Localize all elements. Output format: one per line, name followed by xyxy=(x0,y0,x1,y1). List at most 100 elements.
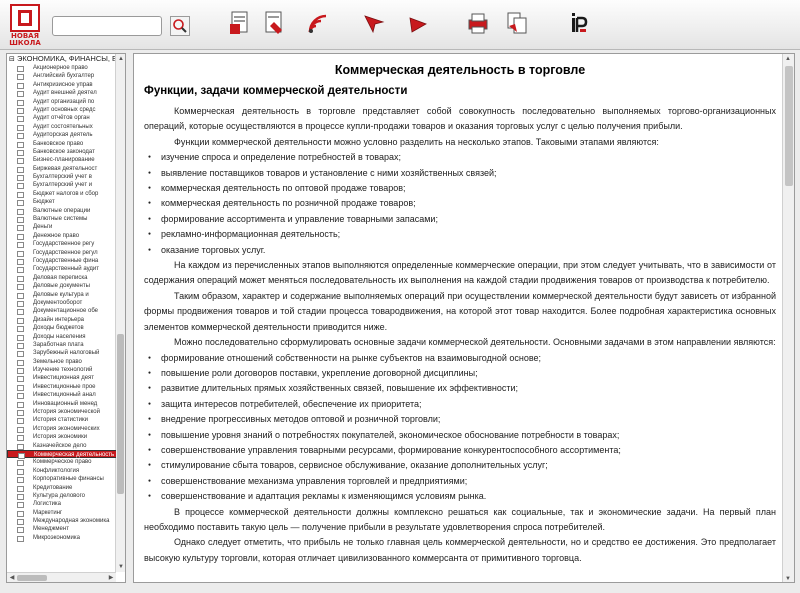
toc-item[interactable]: Международная экономика xyxy=(7,517,116,526)
toc-item[interactable]: Деловая переписка xyxy=(7,274,116,283)
back-button[interactable] xyxy=(362,10,386,36)
scroll-right-icon[interactable]: ▶ xyxy=(107,574,115,582)
toc-item[interactable]: Менеджмент xyxy=(7,525,116,534)
toc-item[interactable]: Инвестиционный анал xyxy=(7,391,116,400)
toc-item[interactable]: Документационное обе xyxy=(7,307,116,316)
logo-mark xyxy=(10,4,40,32)
toc-root-node[interactable]: ⊟ ЭКОНОМИКА, ФИНАНСЫ, Б xyxy=(7,54,116,64)
print-button[interactable] xyxy=(466,10,490,36)
document-body: Коммерческая деятельность в торговле Фун… xyxy=(134,54,784,582)
toc-item[interactable]: Кредитование xyxy=(7,484,116,492)
toc-item[interactable]: Инновационный менед xyxy=(7,400,116,409)
toc-item[interactable]: Микроэкономика xyxy=(7,534,116,543)
toc-item[interactable]: История экономической xyxy=(7,408,116,417)
list-item: повышение уровня знаний о потребностях п… xyxy=(144,428,776,443)
toc-item[interactable]: Бюджет налогов и сбор xyxy=(7,190,116,199)
toc-item[interactable]: Аудит состоятельных xyxy=(7,123,116,132)
document-vertical-scrollbar[interactable]: ▲ ▼ xyxy=(782,54,794,582)
toc-item[interactable]: Биржевая деятельност xyxy=(7,165,116,174)
toc-item[interactable]: Конфликтология xyxy=(7,467,116,476)
info-button[interactable] xyxy=(566,10,590,36)
forward-button[interactable] xyxy=(406,10,430,36)
toc-item[interactable]: История экономических xyxy=(7,425,116,434)
toc-item[interactable]: Деньги xyxy=(7,223,116,232)
list-item: оказание торговых услуг. xyxy=(144,243,776,258)
paragraph: В процессе коммерческой деятельности дол… xyxy=(144,506,776,532)
toc-item[interactable]: Аудит организаций по xyxy=(7,98,116,106)
toc-item[interactable]: История статистики xyxy=(7,416,116,425)
toc-item[interactable]: Инвестиционная деят xyxy=(7,374,116,383)
list-item: изучение спроса и определение потребност… xyxy=(144,150,776,165)
toc-horizontal-scrollbar[interactable]: ◀ ▶ xyxy=(7,572,116,582)
print-icon xyxy=(468,13,488,34)
toc-item-selected[interactable]: Коммерческая деятельность в торговле xyxy=(7,449,116,460)
toc-item[interactable]: Бухгалтерский учет и xyxy=(7,181,116,190)
toc-item[interactable]: Бизнес-планирование xyxy=(7,156,116,165)
toc-item[interactable]: Антикризисное управ xyxy=(7,81,116,90)
scroll-down-icon[interactable]: ▼ xyxy=(117,563,125,571)
toc-item[interactable]: Аудит внешней деятел xyxy=(7,89,116,98)
toc-item[interactable]: Аудит отчётов орган xyxy=(7,114,116,123)
toc-item[interactable]: Логистика xyxy=(7,500,116,509)
scroll-down-icon[interactable]: ▼ xyxy=(784,575,792,582)
toc-item[interactable]: Банковское право xyxy=(7,140,116,148)
toc-item[interactable]: Деловые культура и xyxy=(7,291,116,299)
toc-item[interactable]: Деловые документы xyxy=(7,282,116,291)
toc-item[interactable]: Аудит основных средс xyxy=(7,106,116,115)
toc-item[interactable]: Земельное право xyxy=(7,358,116,367)
scroll-up-icon[interactable]: ▲ xyxy=(117,55,125,63)
scroll-left-icon[interactable]: ◀ xyxy=(8,574,16,582)
toc-item[interactable]: Культура делового xyxy=(7,492,116,501)
paragraph: Функции коммерческой деятельности можно … xyxy=(174,136,659,147)
bookmark-remove-button[interactable] xyxy=(262,10,286,36)
toc-item[interactable]: Документооборот xyxy=(7,299,116,308)
toc-item[interactable]: Аудиторская деятель xyxy=(7,131,116,140)
document-scroll-thumb[interactable] xyxy=(785,66,793,186)
bookmark-add-button[interactable] xyxy=(228,10,252,36)
toc-item[interactable]: Коммерческое право xyxy=(7,458,116,467)
toc-item[interactable]: Бюджет xyxy=(7,198,116,207)
copy-pages-button[interactable] xyxy=(505,10,529,36)
scroll-up-icon[interactable]: ▲ xyxy=(784,55,792,63)
toc-item[interactable]: Корпоративные финансы xyxy=(7,475,116,484)
toc-item[interactable]: Бухгалтерский учет в xyxy=(7,173,116,182)
toc-item[interactable]: Банковское законодат xyxy=(7,148,116,157)
toc-item[interactable]: Денежное право xyxy=(7,232,116,241)
list-item: совершенствование управления товарными р… xyxy=(144,443,776,458)
paragraph: Можно последовательно сформулировать осн… xyxy=(174,337,776,348)
table-of-contents-panel: ⊟ ЭКОНОМИКА, ФИНАНСЫ, Б Акционерное прав… xyxy=(6,53,126,583)
rss-feed-button[interactable] xyxy=(306,10,330,36)
toc-vertical-scrollbar[interactable]: ▲ ▼ xyxy=(115,54,125,572)
toc-item[interactable]: Валютные операции xyxy=(7,207,116,216)
toc-item[interactable]: Дизайн интерьера xyxy=(7,316,116,325)
collapse-icon[interactable]: ⊟ xyxy=(9,56,15,63)
toc-hscroll-thumb[interactable] xyxy=(17,575,47,581)
toc-item[interactable]: Государственное регул xyxy=(7,249,116,257)
toc-item[interactable]: Казначейское дело xyxy=(7,442,116,450)
logo: НОВАЯ ШКОЛА xyxy=(7,4,43,48)
search-button[interactable] xyxy=(170,16,190,36)
search-input[interactable] xyxy=(52,16,162,36)
toc-item[interactable]: Государственное регу xyxy=(7,240,116,249)
toc-item[interactable]: Доходы бюджетов xyxy=(7,324,116,333)
toc-item[interactable]: Акционерное право xyxy=(7,64,116,73)
toc-item[interactable]: Доходы населения xyxy=(7,333,116,341)
logo-text: НОВАЯ ШКОЛА xyxy=(9,32,41,47)
toc-item[interactable]: Государственный аудит xyxy=(7,265,116,274)
paragraph: Таким образом, характер и содержание вып… xyxy=(144,290,776,332)
paragraph: На каждом из перечисленных этапов выполн… xyxy=(144,260,776,286)
toc-item[interactable]: Зарубежный налоговый xyxy=(7,349,116,358)
toc-item[interactable]: Изучение технологий xyxy=(7,366,116,375)
toc-item[interactable]: Инвестиционные прое xyxy=(7,383,116,392)
toc-item[interactable]: Маркетинг xyxy=(7,509,116,518)
forward-arrow-icon xyxy=(409,17,427,33)
toolbar: НОВАЯ ШКОЛА xyxy=(0,0,800,50)
toc-scroll-thumb[interactable] xyxy=(117,334,124,494)
toc-item[interactable]: Английский бухгалтер xyxy=(7,72,116,81)
toc-item[interactable]: История экономики xyxy=(7,433,116,442)
toc-item[interactable]: Государственные фина xyxy=(7,257,116,266)
list-item: рекламно-информационная деятельность; xyxy=(144,227,776,242)
toc-item[interactable]: Валютные системы xyxy=(7,215,116,224)
toc-item[interactable]: Заработная плата xyxy=(7,341,116,350)
list-item: развитие длительных прямых хозяйственных… xyxy=(144,381,776,396)
